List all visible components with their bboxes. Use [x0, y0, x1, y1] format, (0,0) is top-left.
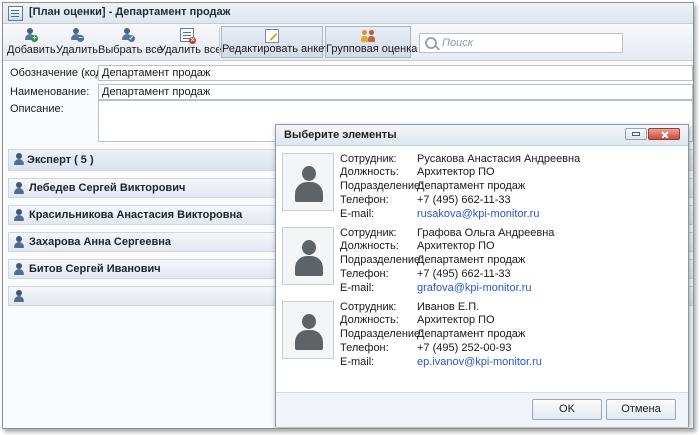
- employee-photo: [282, 301, 334, 359]
- experts-group-title: Эксперт ( 5 ): [27, 154, 94, 166]
- person-silhouette-icon: [295, 166, 323, 202]
- search-icon: [425, 37, 437, 49]
- employee-phone: +7 (495) 662-11-33: [417, 194, 511, 206]
- phone-label: Телефон:: [340, 194, 389, 206]
- user-icon: [13, 236, 25, 248]
- employee-department: Департамент продаж: [417, 180, 526, 192]
- group-eval-button[interactable]: Групповая оценка: [325, 26, 418, 58]
- employee-department: Департамент продаж: [417, 328, 526, 340]
- delete-list-icon: ×: [180, 28, 196, 44]
- employee-position: Архитектор ПО: [417, 314, 495, 326]
- search-box[interactable]: [419, 33, 623, 53]
- email-label: E-mail:: [340, 356, 375, 368]
- close-button[interactable]: [648, 128, 680, 140]
- toolbar: + Добавить − Удалить ✓ Выбрать все × Уда…: [3, 24, 693, 61]
- title-bar: [План оценки] - Департамент продаж: [3, 3, 693, 24]
- group-users-icon: [361, 29, 375, 43]
- person-silhouette-icon: [295, 240, 323, 276]
- phone-label: Телефон:: [340, 342, 389, 354]
- user-icon: [13, 290, 25, 302]
- employee-position: Архитектор ПО: [417, 240, 495, 252]
- code-field[interactable]: Департамент продаж: [98, 65, 693, 81]
- select-elements-dialog: Выберите элементы Сотрудник: Русакова Ана…: [275, 124, 689, 427]
- email-label: E-mail:: [340, 282, 375, 294]
- expert-name: Лебедев Сергей Викторович: [29, 182, 186, 194]
- add-user-icon: +: [23, 28, 38, 42]
- employee-card[interactable]: Сотрудник: Графова Ольга Андреевна Должно…: [282, 227, 682, 295]
- employee-position: Архитектор ПО: [417, 166, 495, 178]
- toolbar-separator: [219, 28, 220, 56]
- position-label: Должность:: [340, 314, 399, 326]
- dialog-footer: OK Отмена: [276, 392, 688, 427]
- app-icon: [8, 6, 23, 21]
- app-window: [План оценки] - Департамент продаж + Доб…: [2, 2, 694, 429]
- edit-form-icon: [265, 29, 279, 43]
- email-label: E-mail:: [340, 208, 375, 220]
- position-label: Должность:: [340, 240, 399, 252]
- employee-department: Департамент продаж: [417, 254, 526, 266]
- description-label: Описание:: [10, 103, 64, 115]
- ok-button[interactable]: OK: [532, 399, 602, 420]
- employee-email-link[interactable]: ep.ivanov@kpi-monitor.ru: [417, 356, 542, 369]
- delete-button-label: Удалить: [56, 44, 98, 56]
- employee-card[interactable]: Сотрудник: Русакова Анастасия Андреевна Д…: [282, 153, 682, 221]
- delete-button[interactable]: − Удалить: [56, 26, 98, 58]
- dialog-title: Выберите элементы: [284, 129, 397, 141]
- user-icon: [13, 209, 25, 221]
- expert-name: Захарова Анна Сергеевна: [29, 236, 172, 248]
- dialog-title-bar: Выберите элементы: [276, 125, 688, 146]
- search-input[interactable]: [442, 36, 618, 50]
- restore-button[interactable]: [625, 128, 647, 140]
- employee-photo: [282, 153, 334, 211]
- employee-name: Иванов Е.П.: [417, 301, 480, 313]
- add-button-label: Добавить: [7, 44, 56, 56]
- employee-label: Сотрудник:: [340, 301, 397, 313]
- position-label: Должность:: [340, 166, 399, 178]
- department-label: Подразделение:: [340, 254, 424, 266]
- name-label: Наименование:: [10, 86, 90, 98]
- select-all-button[interactable]: ✓ Выбрать все: [98, 26, 163, 58]
- select-users-icon: ✓: [120, 28, 135, 42]
- employee-name: Графова Ольга Андреевна: [417, 227, 555, 239]
- employee-phone: +7 (495) 662-11-33: [417, 268, 511, 280]
- department-label: Подразделение:: [340, 328, 424, 340]
- select-all-label: Выбрать все: [98, 44, 163, 56]
- employee-email-link[interactable]: rusakova@kpi-monitor.ru: [417, 208, 539, 221]
- employee-photo: [282, 227, 334, 285]
- delete-all-button[interactable]: × Удалить все: [159, 26, 222, 58]
- name-field[interactable]: Департамент продаж: [98, 84, 693, 100]
- employee-label: Сотрудник:: [340, 227, 397, 239]
- add-button[interactable]: + Добавить: [7, 26, 56, 58]
- employee-phone: +7 (495) 252-00-93: [417, 342, 512, 354]
- employee-name: Русакова Анастасия Андреевна: [417, 153, 581, 165]
- person-silhouette-icon: [295, 314, 323, 350]
- window-title: [План оценки] - Департамент продаж: [29, 6, 231, 18]
- user-icon: [13, 263, 25, 275]
- edit-form-button[interactable]: Редактировать анкету: [221, 26, 335, 58]
- expert-name: Красильникова Анастасия Викторовна: [29, 209, 243, 221]
- code-label: Обозначение (код):: [10, 67, 109, 79]
- user-icon: [13, 182, 25, 194]
- employee-label: Сотрудник:: [340, 153, 397, 165]
- edit-form-label: Редактировать анкету: [222, 43, 335, 55]
- employee-email-link[interactable]: grafova@kpi-monitor.ru: [417, 282, 532, 295]
- user-icon: [13, 153, 25, 165]
- remove-user-icon: −: [69, 28, 84, 42]
- employee-card[interactable]: Сотрудник: Иванов Е.П. Должность: Архитект…: [282, 301, 682, 369]
- group-eval-label: Групповая оценка: [326, 43, 418, 55]
- expert-name: Битов Сергей Иванович: [29, 263, 161, 275]
- phone-label: Телефон:: [340, 268, 389, 280]
- department-label: Подразделение:: [340, 180, 424, 192]
- delete-all-label: Удалить все: [159, 44, 222, 56]
- cancel-button[interactable]: Отмена: [606, 399, 676, 420]
